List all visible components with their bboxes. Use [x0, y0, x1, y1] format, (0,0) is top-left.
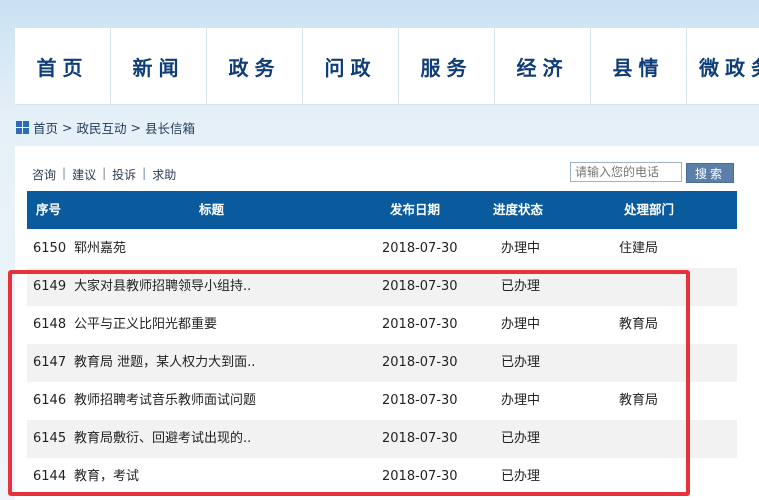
cell-id: 6145: [33, 431, 67, 446]
cell-status: 已办理: [501, 355, 541, 370]
link-complaint[interactable]: 投诉: [112, 166, 136, 183]
nav-item-home[interactable]: 首页: [15, 28, 111, 104]
cell-status: 办理中: [501, 317, 541, 332]
header-department: 处理部门: [624, 202, 675, 217]
cell-title-link[interactable]: 公平与正义比阳光都重要: [74, 306, 217, 344]
table-row[interactable]: 6144 教育，考试 2018-07-30 已办理: [27, 458, 737, 496]
cell-id: 6146: [33, 393, 67, 408]
table-row[interactable]: 6148 公平与正义比阳光都重要 2018-07-30 办理中 教育局: [27, 306, 737, 344]
cell-date: 2018-07-30: [382, 317, 458, 332]
cell-status: 已办理: [501, 279, 541, 294]
content-panel: 咨询 | 建议 | 投诉 | 求助 搜索 序号 标题 发布日期 进度状态 处理部…: [15, 146, 759, 500]
cell-department: 教育局: [619, 317, 659, 332]
cell-date: 2018-07-30: [382, 279, 458, 294]
link-divider: |: [102, 166, 107, 180]
cell-date: 2018-07-30: [382, 355, 458, 370]
cell-title-link[interactable]: 教育局 泄题，某人权力大到面..: [74, 344, 255, 382]
cell-id: 6144: [33, 469, 67, 484]
table-header: 序号 标题 发布日期 进度状态 处理部门: [27, 191, 737, 229]
cell-id: 6148: [33, 317, 67, 332]
header-id: 序号: [36, 202, 62, 217]
nav-item-economy[interactable]: 经济: [495, 28, 591, 104]
cell-date: 2018-07-30: [382, 431, 458, 446]
nav-item-county-info[interactable]: 县情: [591, 28, 687, 104]
category-links: 咨询 | 建议 | 投诉 | 求助: [32, 166, 176, 183]
table-row[interactable]: 6146 教师招聘考试音乐教师面试问题 2018-07-30 办理中 教育局: [27, 382, 737, 420]
table-row[interactable]: 6150 郓州嘉苑 2018-07-30 办理中 住建局: [27, 230, 737, 268]
breadcrumb-interaction[interactable]: 政民互动: [77, 118, 127, 137]
table-row[interactable]: 6145 教育局敷衍、回避考试出现的.. 2018-07-30 已办理: [27, 420, 737, 458]
link-divider: |: [62, 166, 67, 180]
nav-item-micro-government[interactable]: 微政务: [687, 28, 759, 104]
cell-id: 6150: [33, 241, 67, 256]
header-date: 发布日期: [390, 202, 441, 217]
cell-department: 教育局: [619, 393, 659, 408]
cell-status: 已办理: [501, 431, 541, 446]
cell-title-link[interactable]: 教育局敷衍、回避考试出现的..: [74, 420, 251, 458]
breadcrumb-separator: >: [130, 119, 141, 135]
cell-id: 6149: [33, 279, 67, 294]
cell-date: 2018-07-30: [382, 393, 458, 408]
cell-status: 办理中: [501, 241, 541, 256]
cell-status: 已办理: [501, 469, 541, 484]
search-button[interactable]: 搜索: [686, 163, 734, 183]
table-row[interactable]: 6147 教育局 泄题，某人权力大到面.. 2018-07-30 已办理: [27, 344, 737, 382]
link-suggestion[interactable]: 建议: [72, 166, 96, 183]
breadcrumb-separator: >: [62, 119, 73, 135]
cell-title-link[interactable]: 郓州嘉苑: [74, 230, 126, 268]
breadcrumb-mailbox[interactable]: 县长信箱: [145, 118, 195, 137]
phone-search-input[interactable]: [570, 162, 682, 182]
header-status: 进度状态: [493, 202, 544, 217]
link-help[interactable]: 求助: [152, 166, 176, 183]
breadcrumb-home[interactable]: 首页: [33, 118, 58, 137]
nav-item-government-affairs[interactable]: 政务: [207, 28, 303, 104]
nav-item-services[interactable]: 服务: [399, 28, 495, 104]
cell-date: 2018-07-30: [382, 241, 458, 256]
cell-title-link[interactable]: 教育，考试: [74, 458, 139, 496]
main-nav: 首页 新闻 政务 问政 服务 经济 县情 微政务: [15, 27, 759, 105]
nav-item-news[interactable]: 新闻: [111, 28, 207, 104]
table-row[interactable]: 6149 大家对县教师招聘领导小组持.. 2018-07-30 已办理: [27, 268, 737, 306]
cell-title-link[interactable]: 大家对县教师招聘领导小组持..: [74, 268, 251, 306]
cell-date: 2018-07-30: [382, 469, 458, 484]
cell-id: 6147: [33, 355, 67, 370]
link-consult[interactable]: 咨询: [32, 166, 56, 183]
breadcrumb: 首页 > 政民互动 > 县长信箱: [16, 117, 195, 137]
header-title: 标题: [199, 202, 225, 217]
link-divider: |: [142, 166, 147, 180]
cell-department: 住建局: [619, 241, 659, 256]
grid-icon: [16, 120, 29, 134]
cell-title-link[interactable]: 教师招聘考试音乐教师面试问题: [74, 382, 256, 420]
cell-status: 办理中: [501, 393, 541, 408]
table-body: 6150 郓州嘉苑 2018-07-30 办理中 住建局 6149 大家对县教师…: [27, 230, 737, 496]
nav-item-inquiry[interactable]: 问政: [303, 28, 399, 104]
